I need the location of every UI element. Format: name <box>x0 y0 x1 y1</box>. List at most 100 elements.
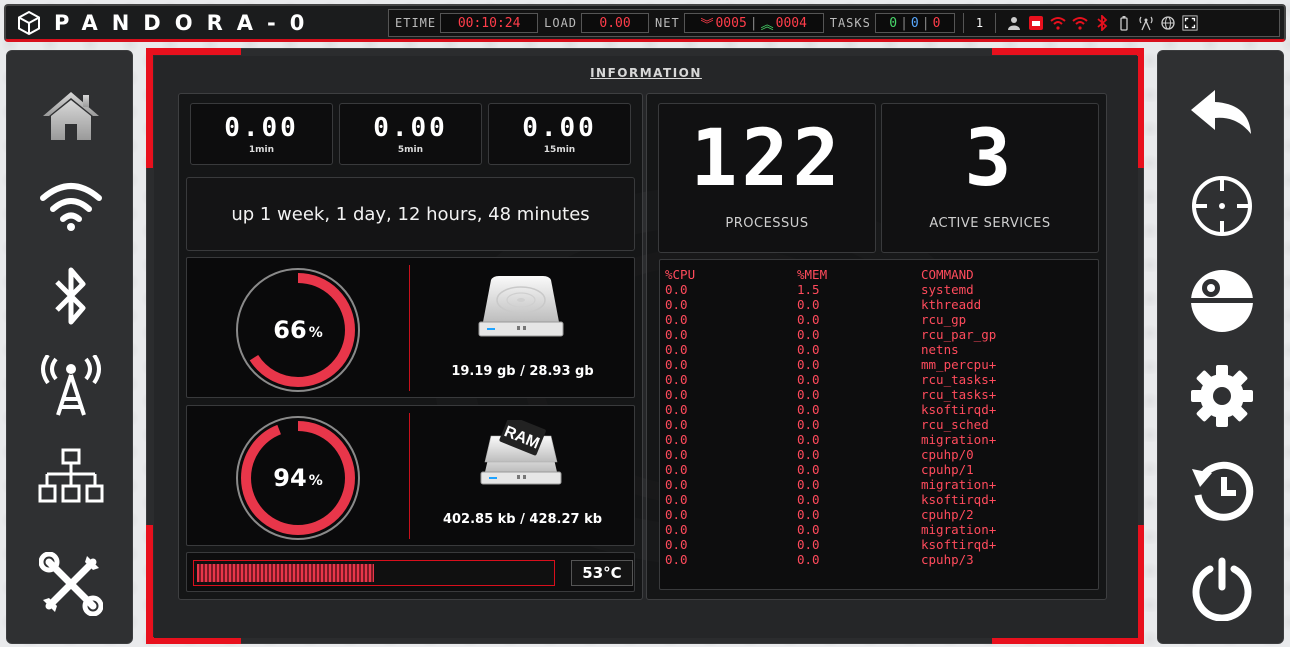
table-row[interactable]: 0.0 0.0 rcu_tasks+ <box>665 372 1098 387</box>
frame-corner <box>1137 48 1144 168</box>
mem-cell: 0.0 <box>797 492 820 507</box>
cpu-cell: 0.0 <box>665 522 688 537</box>
cpu-cell: 0.0 <box>665 387 688 402</box>
nav-tools-button[interactable] <box>7 544 134 624</box>
disk-gauge-label: 66 % <box>233 265 363 395</box>
disk-usage-card: 66 % 19.19 gb / 28.93 gb <box>186 257 635 398</box>
load-1min-label: 1min <box>248 145 275 155</box>
process-table[interactable]: %CPU %MEM COMMAND 0.0 1.5 systemd 0.0 0.0 kth… <box>659 259 1099 590</box>
table-row[interactable]: 0.0 0.0 ksoftirqd+ <box>665 537 1098 552</box>
net-down-count: 0005 <box>715 15 747 31</box>
nav-power-button[interactable] <box>1158 549 1285 629</box>
load-1min-card: 0.00 1min <box>190 103 333 165</box>
nav-home-button[interactable] <box>7 76 134 156</box>
table-row[interactable]: 0.0 0.0 mm_percpu+ <box>665 357 1098 372</box>
home-icon <box>42 92 99 140</box>
command-cell: cpuhp/0 <box>921 447 974 462</box>
mem-cell: 0.0 <box>797 372 820 387</box>
table-row[interactable]: 0.0 0.0 rcu_sched <box>665 417 1098 432</box>
nav-network-button[interactable] <box>7 436 134 516</box>
frame-corner <box>992 48 1144 55</box>
table-row[interactable]: 0.0 0.0 netns <box>665 342 1098 357</box>
table-row[interactable]: 0.0 0.0 rcu_tasks+ <box>665 387 1098 402</box>
ram-gauge-label: 94 % <box>233 413 363 543</box>
network-icon <box>38 448 103 503</box>
battery-icon[interactable] <box>1116 15 1132 31</box>
command-cell: ksoftirqd+ <box>921 492 997 507</box>
etime-label: ETIME <box>395 16 437 30</box>
command-cell: rcu_tasks+ <box>921 387 997 402</box>
process-table-header: %CPU %MEM COMMAND <box>665 267 1098 282</box>
arrow-up-icon: ︽ <box>760 17 774 33</box>
table-row[interactable]: 0.0 0.0 cpuhp/1 <box>665 462 1098 477</box>
tools-icon <box>38 552 103 616</box>
mem-cell: 0.0 <box>797 552 820 567</box>
mem-cell: 0.0 <box>797 537 820 552</box>
command-cell: mm_percpu+ <box>921 357 997 372</box>
fullscreen-icon[interactable] <box>1182 15 1198 31</box>
nav-deathstar-button[interactable] <box>1158 261 1285 341</box>
table-row[interactable]: 0.0 0.0 cpuhp/0 <box>665 447 1098 462</box>
cpu-cell: 0.0 <box>665 342 688 357</box>
nav-wifi-button[interactable] <box>7 166 134 246</box>
cpu-cell: 0.0 <box>665 507 688 522</box>
deathstar-icon <box>1190 270 1253 332</box>
cpu-cell: 0.0 <box>665 297 688 312</box>
header-mem: %MEM <box>797 267 828 282</box>
mem-cell: 0.0 <box>797 342 820 357</box>
table-row[interactable]: 0.0 0.0 migration+ <box>665 522 1098 537</box>
wifi-alt-icon[interactable] <box>1072 15 1088 31</box>
table-row[interactable]: 0.0 0.0 migration+ <box>665 477 1098 492</box>
load-15min-value: 0.00 <box>522 113 597 143</box>
table-row[interactable]: 0.0 0.0 rcu_par_gp <box>665 327 1098 342</box>
power-icon <box>1192 557 1251 621</box>
table-row[interactable]: 0.0 0.0 rcu_gp <box>665 312 1098 327</box>
mem-cell: 0.0 <box>797 522 820 537</box>
globe-icon[interactable] <box>1160 15 1176 31</box>
page-title[interactable]: INFORMATION <box>154 66 1138 80</box>
etime-value: 00:10:24 <box>440 13 539 33</box>
tasks-label: TASKS <box>829 16 871 30</box>
mem-cell: 0.0 <box>797 357 820 372</box>
cpu-cell: 0.0 <box>665 492 688 507</box>
command-cell: rcu_gp <box>921 312 967 327</box>
wifi-icon[interactable] <box>1050 15 1066 31</box>
table-row[interactable]: 0.0 0.0 cpuhp/3 <box>665 552 1098 567</box>
crosshair-icon <box>1191 176 1252 236</box>
table-row[interactable]: 0.0 0.0 cpuhp/2 <box>665 507 1098 522</box>
bluetooth-icon[interactable] <box>1094 15 1110 31</box>
cpu-cell: 0.0 <box>665 402 688 417</box>
load-5min-label: 5min <box>397 145 424 155</box>
table-row[interactable]: 0.0 0.0 ksoftirqd+ <box>665 492 1098 507</box>
ram-usage-text: 402.85 kb / 428.27 kb <box>442 512 603 527</box>
hard-drive-icon <box>478 276 564 337</box>
uptime-text: up 1 week, 1 day, 12 hours, 48 minutes <box>186 177 635 251</box>
nav-bluetooth-button[interactable] <box>7 256 134 336</box>
nav-settings-button[interactable] <box>1158 356 1285 436</box>
command-cell: netns <box>921 342 959 357</box>
nav-history-button[interactable] <box>1158 451 1285 531</box>
frame-corner <box>1137 525 1144 644</box>
table-row[interactable]: 0.0 1.5 systemd <box>665 282 1098 297</box>
ram-chip-icon: RAM <box>480 420 562 485</box>
mem-cell: 0.0 <box>797 507 820 522</box>
cpu-cell: 0.0 <box>665 417 688 432</box>
antenna-icon[interactable] <box>1138 15 1154 31</box>
table-row[interactable]: 0.0 0.0 kthreadd <box>665 297 1098 312</box>
ram-percent-sign: % <box>308 473 323 489</box>
cpu-cell: 0.0 <box>665 552 688 567</box>
nav-antenna-button[interactable] <box>7 346 134 426</box>
table-row[interactable]: 0.0 0.0 migration+ <box>665 432 1098 447</box>
net-value: ︾ 0005 | ︽ 0004 <box>683 13 824 33</box>
net-up-count: 0004 <box>775 15 807 31</box>
cpu-cell: 0.0 <box>665 327 688 342</box>
wifi-icon <box>39 183 102 231</box>
nav-back-button[interactable] <box>1158 73 1285 153</box>
user-icon[interactable] <box>1006 15 1022 31</box>
frame-corner <box>146 48 241 55</box>
table-row[interactable]: 0.0 0.0 ksoftirqd+ <box>665 402 1098 417</box>
temperature-card: 53°C <box>186 552 635 592</box>
user-count: 1 <box>962 13 997 33</box>
nav-target-button[interactable] <box>1158 166 1285 246</box>
server-icon[interactable] <box>1028 15 1044 31</box>
